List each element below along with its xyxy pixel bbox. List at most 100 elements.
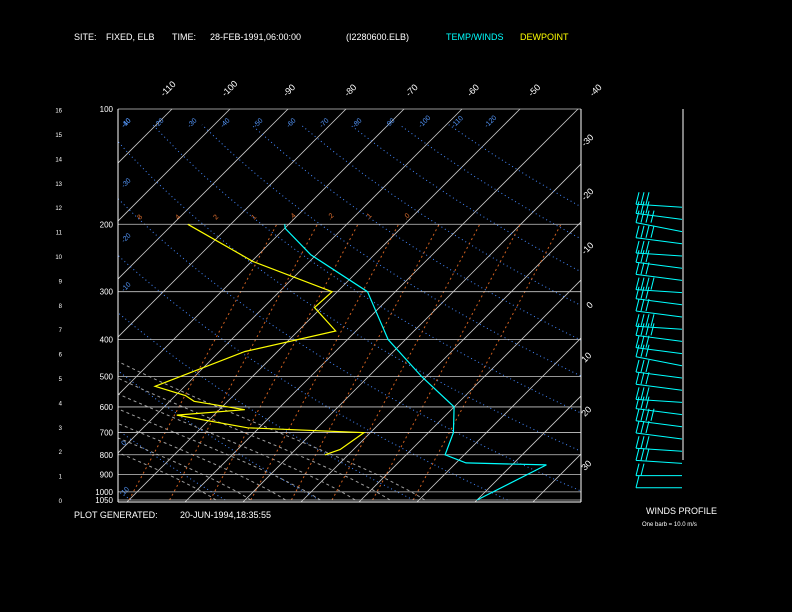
isotherm-label: -10: [579, 240, 595, 256]
wind-barb-flag: [645, 436, 650, 449]
dry-adiabat-line: [349, 124, 581, 273]
pressure-label: 200: [100, 220, 114, 229]
mixing-ratio-label: 8: [136, 214, 144, 222]
mixing-ratio-label: 4: [174, 214, 182, 222]
isotherm-line: [242, 163, 581, 502]
dry-adiabat-line: [118, 370, 320, 501]
wind-barb-flag: [635, 359, 640, 373]
isotherm-line: [591, 60, 792, 560]
dry-adiabat-label: -40: [219, 117, 231, 129]
isotherm-line: [118, 109, 231, 222]
mixing-ratio-line: [331, 224, 480, 501]
mixing-ratio-line: [169, 224, 318, 501]
dry-adiabat-line: [118, 429, 226, 501]
mixing-ratio-label: .0: [402, 212, 411, 221]
isotherm-line: [358, 279, 581, 502]
dry-adiabat-line: [118, 140, 581, 452]
dry-adiabat-label: -30: [120, 177, 132, 189]
height-label: 14: [55, 157, 62, 163]
dry-adiabat-line: [152, 124, 581, 414]
wind-barb-flag: [635, 408, 640, 421]
height-label: 8: [59, 304, 63, 310]
wind-barb-flag: [635, 475, 640, 488]
height-label: 2: [59, 450, 63, 456]
isotherm-line: [118, 109, 463, 454]
mixing-ratio-line: [290, 224, 440, 501]
wind-barb-shaft: [635, 273, 683, 281]
moist-adiabat-line: [118, 408, 321, 501]
isotherm-line: [118, 109, 405, 396]
mixing-ratio-label: 2: [212, 214, 220, 222]
isotherm-line: [126, 109, 521, 502]
isotherm-label: -90: [281, 82, 297, 98]
dry-adiabat-label: -70: [318, 117, 330, 129]
height-label: 1: [59, 475, 63, 481]
pressure-label: 100: [100, 105, 114, 114]
mixing-ratio-line: [372, 224, 521, 501]
moist-adiabat-line: [118, 437, 252, 501]
wind-barb-flag: [640, 298, 645, 312]
isotherm-label: -20: [579, 186, 595, 202]
dry-adiabat-line: [118, 490, 132, 501]
dry-adiabat-line: [399, 124, 581, 240]
dry-adiabat-label: -120: [483, 114, 498, 129]
pressure-label: 600: [100, 403, 114, 412]
height-label: 15: [55, 133, 62, 139]
height-label: 6: [59, 353, 63, 359]
wind-barb-flag: [640, 372, 645, 385]
wind-barb-flag: [635, 463, 640, 476]
height-label: 11: [56, 231, 63, 237]
pressure-label: 400: [100, 336, 114, 345]
wind-barb-flag: [635, 225, 640, 238]
height-label: 13: [55, 182, 62, 188]
wind-barb-flag: [635, 262, 640, 275]
moist-adiabat-line: [118, 393, 356, 501]
isotherm-label: -40: [587, 82, 603, 98]
isotherm-line: [474, 395, 581, 502]
isotherm-line: [118, 109, 289, 280]
dry-adiabat-label: 10: [120, 486, 131, 497]
height-label: 5: [59, 377, 63, 383]
wind-barb-flag: [635, 420, 640, 434]
isotherm-line: [532, 453, 581, 502]
wind-barb-flag: [635, 436, 640, 449]
pressure-label: 700: [100, 429, 114, 438]
height-label: 7: [59, 328, 63, 334]
height-label: 3: [59, 426, 63, 432]
dry-adiabat-line: [118, 311, 414, 501]
isotherm-line: [118, 109, 173, 164]
dry-adiabat-line: [251, 124, 581, 341]
isotherm-label: -110: [158, 79, 177, 98]
dry-adiabat-label: -40: [120, 117, 132, 129]
wind-barb-flag: [640, 359, 645, 373]
wind-barb-flag: [645, 225, 650, 238]
pressure-label: 500: [100, 373, 114, 382]
wind-barb-flag: [640, 225, 645, 238]
dry-adiabat-label: -60: [285, 117, 297, 129]
isotherm-label: -80: [342, 82, 358, 98]
isotherm-line: [533, 60, 792, 560]
dry-adiabat-label: -100: [417, 114, 432, 129]
height-label: 4: [59, 401, 63, 407]
wind-barb-flag: [640, 463, 645, 476]
skew-t-chart: 1002003004005006007008009001000105016151…: [55, 60, 792, 560]
wind-barb-flag: [650, 210, 655, 223]
isotherm-label: -100: [220, 79, 240, 99]
height-label: 0: [59, 499, 63, 505]
wind-barb-flag: [645, 359, 650, 373]
dry-adiabat-line: [448, 124, 581, 208]
dry-adiabat-label: -50: [252, 117, 264, 129]
isotherm-label: -30: [579, 132, 595, 148]
mixing-ratio-line: [412, 224, 562, 501]
dry-adiabat-line: [118, 197, 581, 492]
mixing-ratio-label: .2: [326, 212, 335, 221]
mixing-ratio-label: .1: [364, 212, 373, 221]
isotherm-label: -70: [404, 82, 420, 98]
moist-adiabat-line: [118, 422, 286, 501]
wind-barb-flag: [640, 420, 645, 434]
dry-adiabat-line: [201, 124, 581, 377]
pressure-label: 800: [100, 451, 114, 460]
wind-barb-flag: [640, 408, 645, 421]
wind-barb-shaft: [635, 310, 683, 318]
wind-barb-flag: [635, 448, 640, 461]
